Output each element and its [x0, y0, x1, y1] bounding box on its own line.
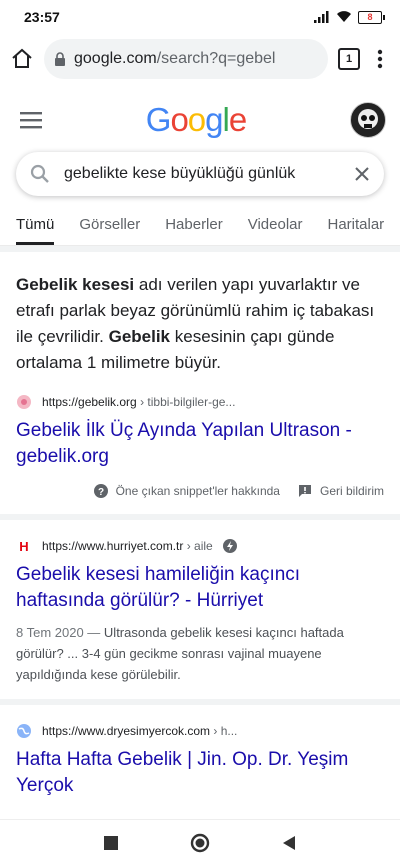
status-icons: 8	[314, 10, 385, 24]
amp-icon	[222, 539, 237, 553]
cite-crumb: › h...	[210, 724, 238, 738]
status-bar: 23:57 8	[0, 0, 400, 34]
battery-icon: 8	[358, 10, 385, 24]
snippet-bold-1: Gebelik kesesi	[16, 275, 135, 294]
url-path: /search?q=gebel	[156, 50, 276, 67]
search-result: https://www.dryesimyercok.com › h... Haf…	[0, 705, 400, 799]
snippet-text: Gebelik kesesi adı verilen yapı yuvarlak…	[16, 252, 384, 376]
result-description: 8 Tem 2020 — Ultrasonda gebelik kesesi k…	[16, 622, 384, 685]
clear-icon[interactable]	[354, 166, 370, 182]
tab-videos[interactable]: Videolar	[248, 212, 303, 245]
back-icon[interactable]	[282, 835, 296, 851]
search-box[interactable]	[16, 152, 384, 196]
featured-snippet: Gebelik kesesi adı verilen yapı yuvarlak…	[0, 252, 400, 514]
lock-icon	[55, 52, 65, 66]
url-host: google.com	[74, 50, 157, 67]
address-bar[interactable]: google.com/search?q=gebel	[44, 39, 328, 79]
search-icon[interactable]	[30, 164, 50, 184]
result-date: 8 Tem 2020 —	[16, 625, 104, 640]
about-snippets-label: Öne çıkan snippet'ler hakkında	[115, 484, 280, 498]
home-nav-icon[interactable]	[190, 833, 210, 853]
globe-favicon-icon	[17, 724, 31, 738]
feedback-link[interactable]: Geri bildirim	[298, 484, 384, 498]
android-nav-bar	[0, 819, 400, 866]
google-logo-letter: g	[205, 101, 223, 138]
snippet-feedback-bar: ? Öne çıkan snippet'ler hakkında Geri bi…	[16, 484, 384, 514]
avatar[interactable]	[349, 102, 386, 138]
search-tabs: Tümü Görseller Haberler Videolar Harital…	[0, 212, 400, 246]
cite-host: https://gebelik.org	[42, 395, 137, 409]
google-logo-letter: G	[145, 101, 172, 138]
result-title-link[interactable]: Gebelik kesesi hamileliğin kaçıncı hafta…	[16, 562, 384, 614]
search-result: H https://www.hurriyet.com.tr › aile Geb…	[0, 520, 400, 699]
help-icon: ?	[93, 484, 108, 498]
home-icon[interactable]	[10, 47, 34, 71]
tab-all[interactable]: Tümü	[16, 212, 55, 245]
cite-host: https://www.hurriyet.com.tr	[42, 539, 184, 553]
result-title-link[interactable]: Gebelik İlk Üç Ayında Yapılan Ultrason -…	[16, 418, 384, 470]
google-logo[interactable]: Google	[145, 101, 247, 139]
signal-icon	[314, 11, 329, 23]
tab-maps[interactable]: Haritalar	[328, 212, 385, 245]
cite-host: https://www.dryesimyercok.com	[42, 724, 211, 738]
about-snippets-link[interactable]: ? Öne çıkan snippet'ler hakkında	[93, 484, 280, 498]
cite-crumb: › aile	[183, 539, 213, 553]
battery-level: 8	[367, 12, 373, 22]
feedback-label: Geri bildirim	[319, 484, 384, 498]
svg-text:?: ?	[98, 487, 104, 498]
google-header: Google	[0, 90, 400, 150]
search-input[interactable]	[62, 164, 342, 184]
tab-news[interactable]: Haberler	[165, 212, 223, 245]
snippet-bold-2: Gebelik	[108, 327, 171, 346]
browser-toolbar: google.com/search?q=gebel 1	[0, 34, 400, 84]
google-logo-letter: o	[187, 101, 206, 138]
status-time: 23:57	[24, 9, 60, 25]
stop-icon[interactable]	[104, 836, 118, 850]
tabs-icon[interactable]: 1	[338, 48, 360, 70]
gebelik-favicon-icon	[17, 395, 31, 409]
result-cite: H https://www.hurriyet.com.tr › aile	[16, 538, 384, 554]
cite-crumb: › tibbi-bilgiler-ge...	[136, 395, 236, 409]
result-cite: https://www.dryesimyercok.com › h...	[16, 723, 384, 739]
google-logo-letter: o	[170, 101, 188, 138]
result-cite: https://gebelik.org › tibbi-bilgiler-ge.…	[16, 394, 384, 410]
avatar-skull-icon	[357, 109, 378, 129]
wifi-icon	[337, 11, 351, 22]
feedback-icon	[298, 485, 311, 497]
tab-count: 1	[345, 53, 353, 65]
hurriyet-favicon-icon: H	[16, 538, 32, 554]
google-logo-letter: e	[228, 101, 247, 138]
tab-images[interactable]: Görseller	[79, 212, 140, 245]
more-menu-icon[interactable]	[370, 47, 390, 71]
url-text: google.com/search?q=gebel	[74, 50, 275, 68]
result-title-link[interactable]: Hafta Hafta Gebelik | Jin. Op. Dr. Yeşim…	[16, 747, 384, 799]
svg-text:H: H	[19, 539, 28, 554]
menu-icon[interactable]	[20, 111, 42, 129]
